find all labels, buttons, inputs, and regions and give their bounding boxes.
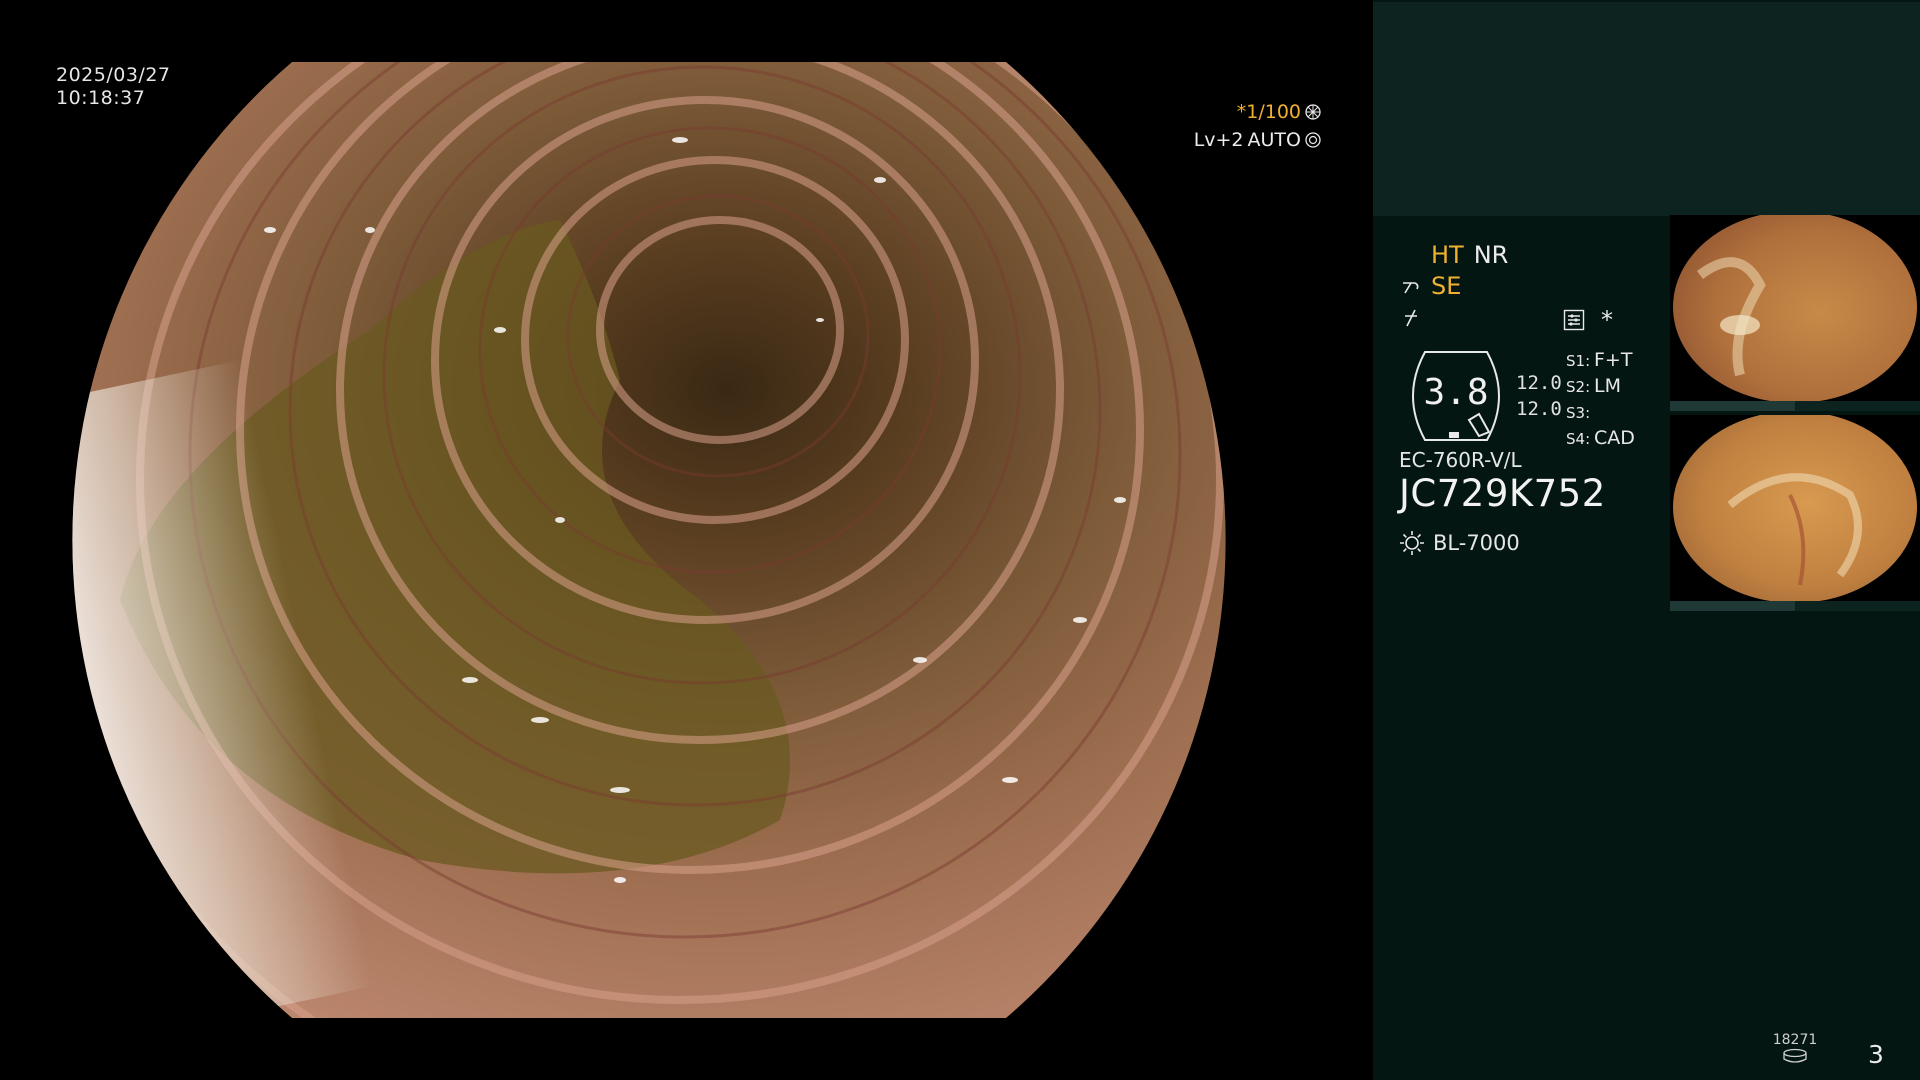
iris-icon xyxy=(1305,132,1321,148)
capture-count-value: 18271 xyxy=(1772,1032,1818,1048)
scope-model: EC-760R-V/L xyxy=(1399,448,1522,472)
lightning-icon xyxy=(1405,309,1417,326)
info-panel: HT NR SE * 3.8 12.0 12.0 S1: F+T S2: LM … xyxy=(1373,0,1920,1080)
mode-row-se: SE xyxy=(1401,271,1508,302)
thumbnail-bar-segment xyxy=(1670,601,1795,611)
shutter-speed: *1/100 xyxy=(1236,101,1301,123)
switch-s3-key: S3: xyxy=(1566,404,1591,422)
mode-indicators: HT NR SE xyxy=(1401,240,1508,333)
scope-serial: JC729K752 xyxy=(1399,472,1606,515)
light-source: BL-7000 xyxy=(1399,530,1520,556)
gain-values: 12.0 12.0 xyxy=(1516,370,1562,422)
switch-s1-key: S1: xyxy=(1566,352,1591,370)
light-source-label: BL-7000 xyxy=(1433,531,1520,555)
thumbnail-bar-segment xyxy=(1670,401,1795,411)
switch-s4-key: S4: xyxy=(1566,430,1591,448)
scope-tip-icon xyxy=(1403,281,1419,293)
mode-row-ht-nr: HT NR xyxy=(1401,240,1508,271)
endoscopic-image xyxy=(72,62,1226,1018)
time-text: 10:18:37 xyxy=(56,87,146,109)
endoscope-view: 2025/03/27 10:18:37 *1/100 Lv+2 AUTO xyxy=(0,0,1373,1080)
mode-nr: NR xyxy=(1473,241,1509,269)
sun-icon xyxy=(1400,531,1424,555)
mode-ht: HT xyxy=(1431,241,1464,269)
mode-row-lightning xyxy=(1401,302,1508,333)
settings-indicators: * xyxy=(1563,306,1613,334)
switch-s3: S3: xyxy=(1566,400,1635,426)
storage-disk-icon xyxy=(1783,1048,1807,1063)
switch-assignments: S1: F+T S2: LM S3: S4: CAD xyxy=(1566,348,1635,452)
thumbnail-bar xyxy=(1670,401,1920,411)
asterisk-indicator: * xyxy=(1601,306,1613,334)
panel-header xyxy=(1373,2,1920,216)
thumbnail-image xyxy=(1670,215,1920,411)
mode-se: SE xyxy=(1431,272,1462,300)
switch-s2-value: LM xyxy=(1594,375,1621,397)
zoom-value: 3.8 xyxy=(1423,372,1489,413)
date-time-display: 2025/03/27 10:18:37 xyxy=(56,64,171,110)
brightness-row: Lv+2 AUTO xyxy=(1194,126,1321,154)
gain-value-1: 12.0 xyxy=(1516,372,1562,394)
page-number: 3 xyxy=(1868,1040,1884,1069)
brightness-level: Lv+2 xyxy=(1193,129,1244,151)
capture-thumbnail[interactable] xyxy=(1670,415,1920,611)
thumbnail-bar xyxy=(1670,601,1920,611)
zoom-indicator: 3.8 xyxy=(1399,350,1513,442)
exposure-status: *1/100 Lv+2 AUTO xyxy=(1194,98,1321,154)
settings-menu-icon xyxy=(1563,309,1585,331)
mode-spacer xyxy=(1401,246,1421,266)
switch-s4-value: CAD xyxy=(1594,427,1635,449)
thumbnail-image xyxy=(1670,415,1920,611)
capture-counter: 18271 xyxy=(1765,1032,1825,1068)
aperture-icon xyxy=(1305,104,1321,120)
switch-s2-key: S2: xyxy=(1566,378,1591,396)
switch-s4: S4: CAD xyxy=(1566,426,1635,452)
switch-s1: S1: F+T xyxy=(1566,348,1635,374)
capture-thumbnail[interactable] xyxy=(1670,215,1920,411)
iris-mode: AUTO xyxy=(1247,129,1301,151)
switch-s1-value: F+T xyxy=(1594,349,1633,371)
switch-s2: S2: LM xyxy=(1566,374,1635,400)
gain-value-2: 12.0 xyxy=(1516,398,1562,420)
date-text: 2025/03/27 xyxy=(56,64,171,86)
shutter-row: *1/100 xyxy=(1194,98,1321,126)
